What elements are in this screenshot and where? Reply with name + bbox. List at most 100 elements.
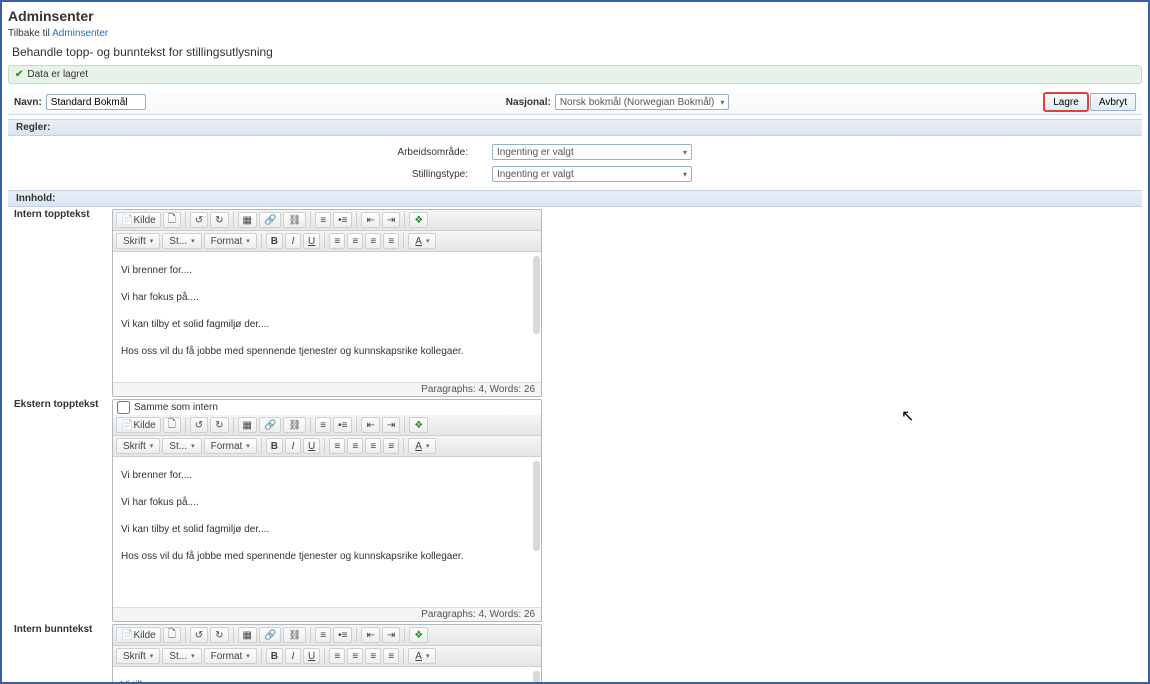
navn-input[interactable] [46,94,146,110]
bullet-list-button[interactable]: •≡ [333,212,352,228]
numbered-list-button[interactable]: ≡ [315,627,331,643]
align-right-button[interactable]: ≡ [365,648,381,664]
table-button[interactable]: ▦ [238,212,257,228]
redo-button[interactable]: ↻ [210,627,228,643]
underline-button[interactable]: U [303,438,320,454]
editor-status-bar: Paragraphs: 4, Words: 26 [113,607,541,621]
italic-button[interactable]: I [285,233,301,249]
link-button[interactable]: 🔗 [259,212,281,228]
bullet-list-button[interactable]: •≡ [333,417,352,433]
textcolor-button[interactable]: A▾ [408,233,436,249]
underline-button[interactable]: U [303,233,320,249]
align-center-button[interactable]: ≡ [347,233,363,249]
align-center-button[interactable]: ≡ [347,438,363,454]
unlink-button[interactable]: ⛓ [283,212,306,228]
indent-button[interactable]: ⇥ [382,627,400,643]
special-button[interactable]: ❖ [409,212,428,228]
bold-button[interactable]: B [266,648,283,664]
table-button[interactable]: ▦ [238,627,257,643]
scrollbar-thumb[interactable] [533,461,540,551]
editor-content-area[interactable]: Vi brenner for.... Vi har fokus på.... V… [113,252,541,382]
align-right-button[interactable]: ≡ [365,438,381,454]
textcolor-button[interactable]: A▾ [408,438,436,454]
special-button[interactable]: ❖ [409,417,428,433]
align-justify-button[interactable]: ≡ [383,438,399,454]
bold-button[interactable]: B [266,438,283,454]
nasjonal-select[interactable]: Norsk bokmål (Norwegian Bokmål) ▾ [555,94,730,110]
italic-button[interactable]: I [285,648,301,664]
table-button[interactable]: ▦ [238,417,257,433]
editor-content-area[interactable]: Vi brenner for.... Vi har fokus på.... V… [113,457,541,607]
avbryt-button[interactable]: Avbryt [1090,93,1136,111]
textcolor-button[interactable]: A▾ [408,648,436,664]
intern-bunntekst-editor: 📄 Kilde 🗋 ↺ ↻ ▦ 🔗 ⛓ ≡ •≡ ⇤ [112,624,542,684]
font-size-select[interactable]: St...▾ [162,648,201,664]
align-left-button[interactable]: ≡ [329,648,345,664]
underline-button[interactable]: U [303,648,320,664]
bold-button[interactable]: B [266,233,283,249]
format-select[interactable]: Format▾ [204,233,257,249]
source-button[interactable]: 📄 Kilde [116,212,161,228]
intern-topptekst-editor: 📄 Kilde 🗋 ↺ ↻ ▦ 🔗 ⛓ ≡ •≡ ⇤ [112,209,542,397]
format-select[interactable]: Format▾ [204,438,257,454]
indent-button[interactable]: ⇥ [382,212,400,228]
numbered-list-button[interactable]: ≡ [315,212,331,228]
font-family-select[interactable]: Skrift▾ [116,438,160,454]
outdent-button[interactable]: ⇤ [361,212,379,228]
form-top-row: Navn: Nasjonal: Norsk bokmål (Norwegian … [8,90,1142,115]
stillingstype-select[interactable]: Ingenting er valgt▾ [492,166,692,182]
lagre-button[interactable]: Lagre [1044,93,1088,111]
intern-bunntekst-label: Intern bunntekst [14,624,106,684]
paragraph: Vi har fokus på.... [121,494,533,511]
font-family-select[interactable]: Skrift▾ [116,648,160,664]
samme-som-intern-checkbox[interactable] [117,401,130,414]
font-size-select[interactable]: St...▾ [162,233,201,249]
align-left-button[interactable]: ≡ [329,233,345,249]
unlink-button[interactable]: ⛓ [283,627,306,643]
redo-button[interactable]: ↻ [210,212,228,228]
newpage-button[interactable]: 🗋 [163,627,181,643]
italic-button[interactable]: I [285,438,301,454]
breadcrumb-link[interactable]: Adminsenter [52,28,108,39]
scrollbar-thumb[interactable] [533,671,540,684]
undo-button[interactable]: ↺ [190,212,208,228]
newpage-button[interactable]: 🗋 [163,212,181,228]
innhold-section-header: Innhold: [8,190,1142,207]
align-justify-button[interactable]: ≡ [383,233,399,249]
undo-button[interactable]: ↺ [190,627,208,643]
chevron-down-icon: ▾ [683,170,687,179]
intern-topptekst-label: Intern topptekst [14,209,106,397]
source-button[interactable]: 📄 Kilde [116,417,161,433]
breadcrumb: Tilbake til Adminsenter [8,28,1142,39]
samme-som-intern-row: Samme som intern [113,400,541,415]
link-button[interactable]: 🔗 [259,627,281,643]
paragraph: Vi kan tilby et solid fagmiljø der.... [121,316,533,333]
bullet-list-button[interactable]: •≡ [333,627,352,643]
scrollbar-thumb[interactable] [533,256,540,334]
align-center-button[interactable]: ≡ [347,648,363,664]
align-left-button[interactable]: ≡ [329,438,345,454]
special-button[interactable]: ❖ [409,627,428,643]
ekstern-topptekst-label: Ekstern topptekst [14,399,106,622]
outdent-button[interactable]: ⇤ [361,627,379,643]
arbeidsomrade-select[interactable]: Ingenting er valgt▾ [492,144,692,160]
indent-button[interactable]: ⇥ [382,417,400,433]
font-size-select[interactable]: St...▾ [162,438,201,454]
newpage-button[interactable]: 🗋 [163,417,181,433]
align-right-button[interactable]: ≡ [365,233,381,249]
font-family-select[interactable]: Skrift▾ [116,233,160,249]
redo-button[interactable]: ↻ [210,417,228,433]
samme-som-intern-label: Samme som intern [134,402,218,413]
format-select[interactable]: Format▾ [204,648,257,664]
outdent-button[interactable]: ⇤ [361,417,379,433]
source-button[interactable]: 📄 Kilde [116,627,161,643]
link-button[interactable]: 🔗 [259,417,281,433]
unlink-button[interactable]: ⛓ [283,417,306,433]
editor-toolbar-2: Skrift▾ St...▾ Format▾ B I U ≡ ≡ ≡ ≡ A▾ [113,436,541,457]
align-justify-button[interactable]: ≡ [383,648,399,664]
numbered-list-button[interactable]: ≡ [315,417,331,433]
chevron-down-icon: ▾ [720,98,724,107]
editor-content-area[interactable]: Vi tilbyr en stabil arbeidsgiver med fle… [113,667,541,684]
editor-toolbar: 📄 Kilde 🗋 ↺ ↻ ▦ 🔗 ⛓ ≡ •≡ ⇤ [113,625,541,646]
undo-button[interactable]: ↺ [190,417,208,433]
